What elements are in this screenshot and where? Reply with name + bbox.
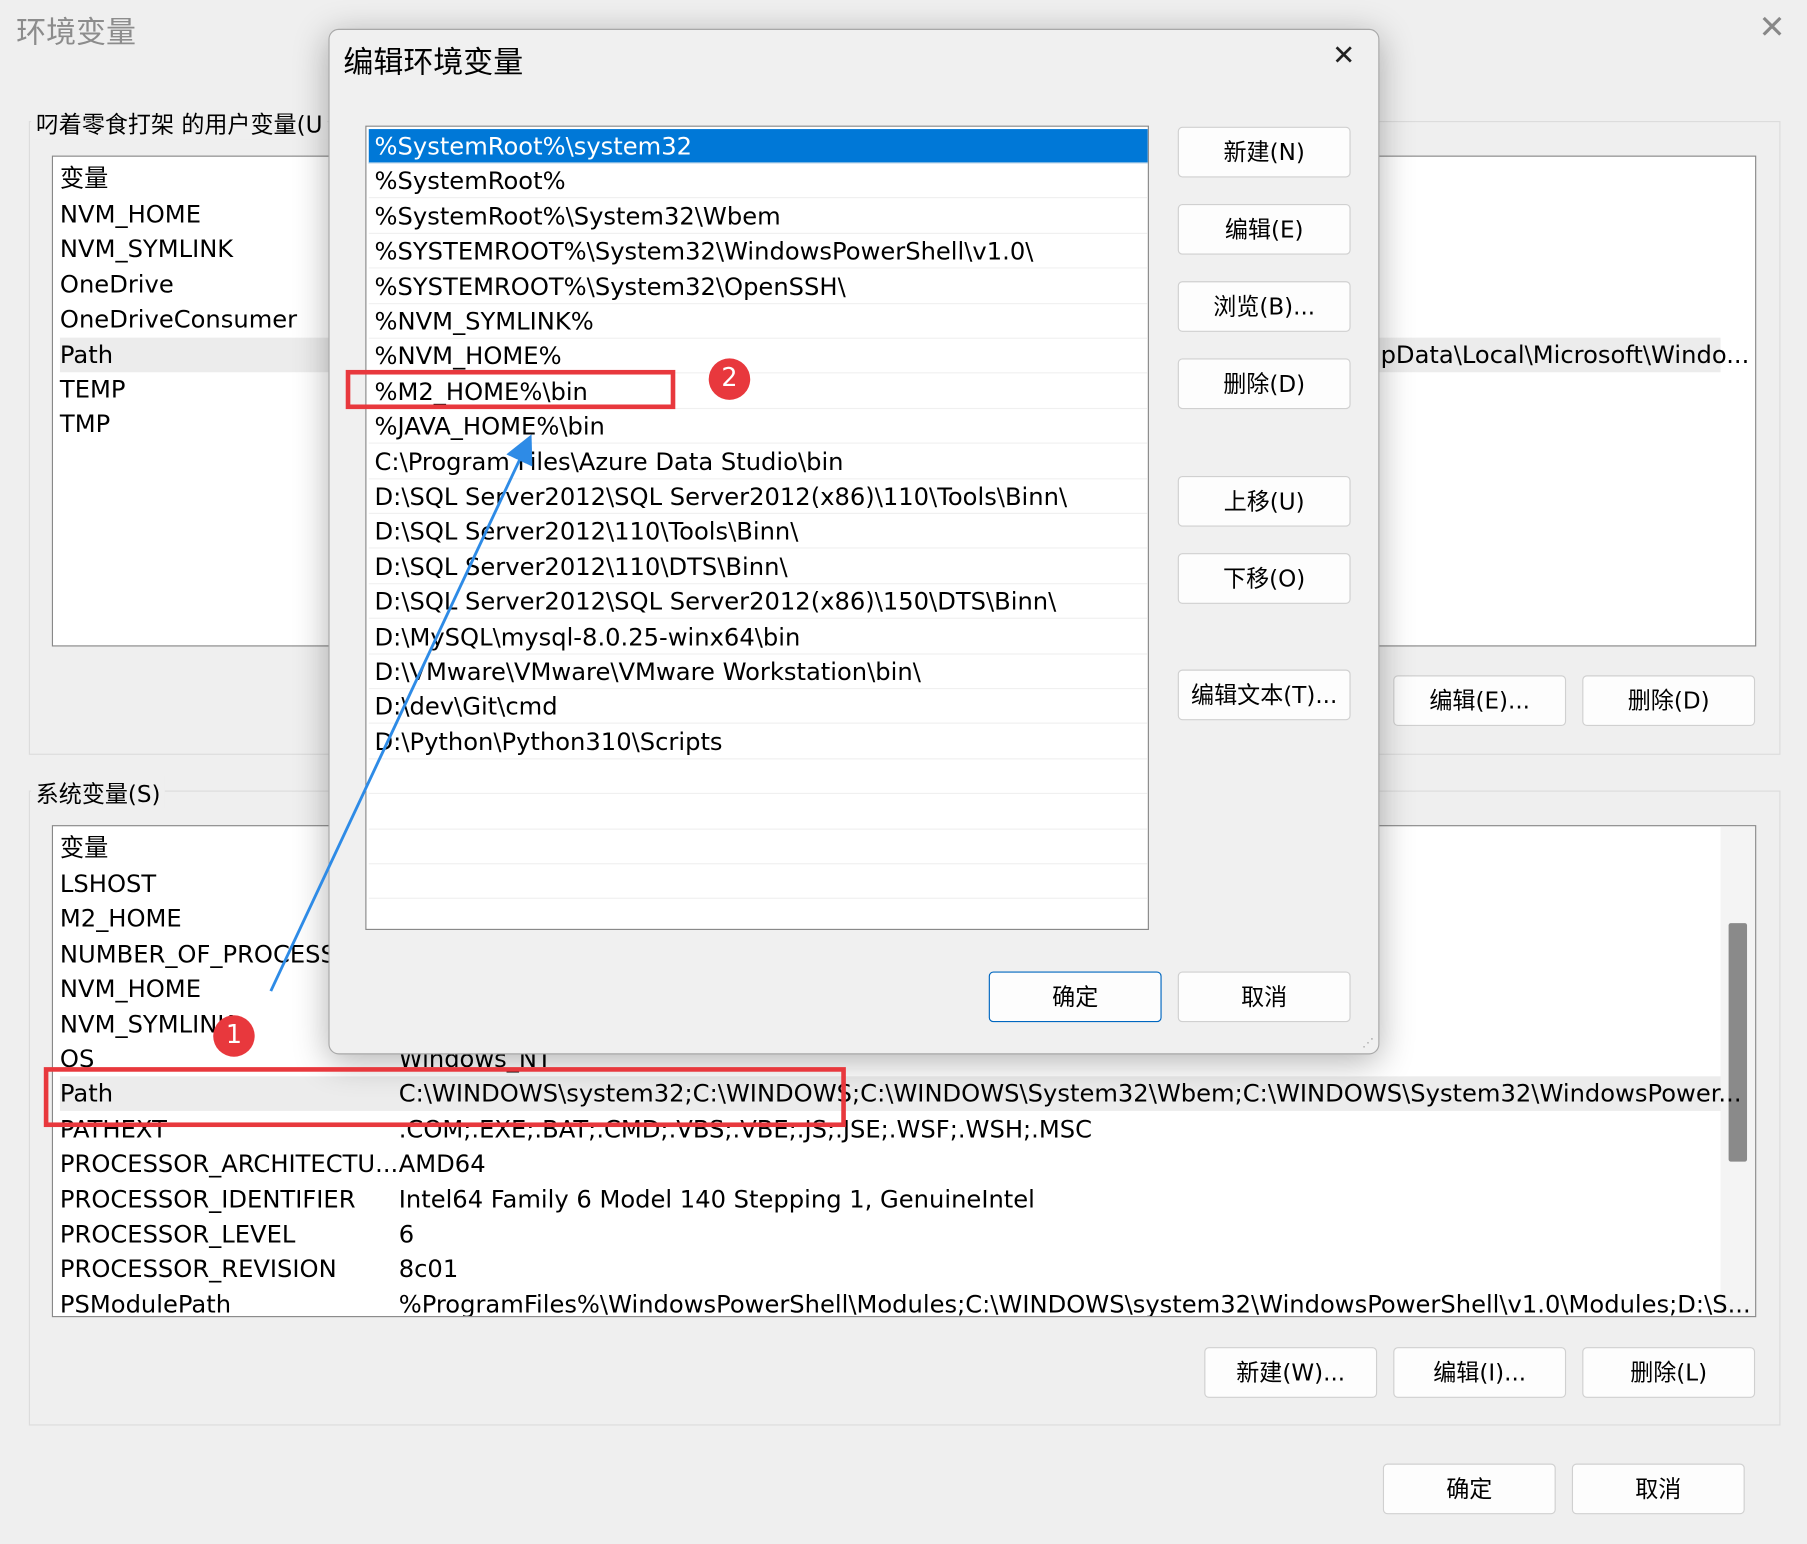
annotation-badge-1: 1 — [213, 1015, 255, 1057]
annotation-arrow — [269, 434, 533, 992]
annotation-badge-2: 2 — [708, 358, 751, 400]
env-vars-window: 环境变量 ✕ 叼着零食打架 的用户变量(U 变量 NVM_HOME NVM_SYM… — [0, 0, 1807, 1544]
arrow-line — [269, 434, 533, 992]
